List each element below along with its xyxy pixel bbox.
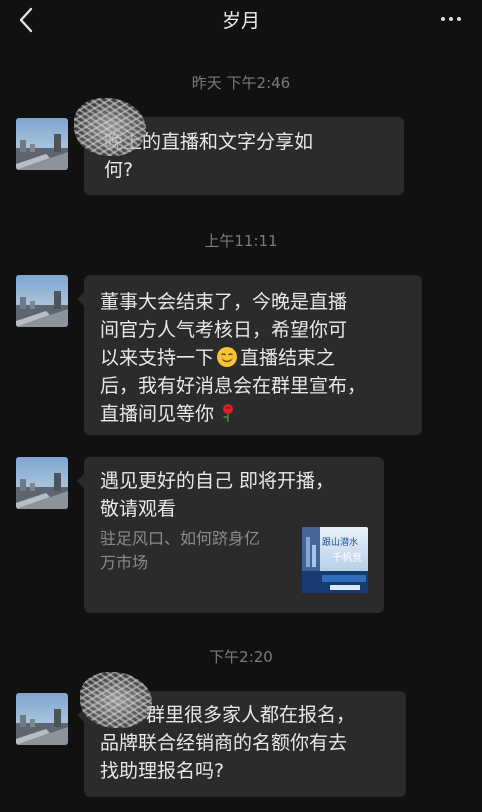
timestamp: 下午2:20 (209, 648, 273, 666)
chat-header: 岁月 (0, 0, 482, 40)
city-skyline-photo (16, 693, 68, 745)
more-dots-icon (441, 17, 461, 21)
city-skyline-photo (16, 275, 68, 327)
timestamp: 昨天 下午2:46 (191, 74, 291, 92)
message-bubble[interactable]: 董事大会结束了，今晚是直播 间官方人气考核日，希望你可 以来支持一下 直播结束之 … (77, 275, 422, 435)
timestamp: 上午11:11 (204, 232, 278, 250)
avatar[interactable] (16, 457, 68, 509)
redaction-scribble (74, 98, 146, 156)
city-skyline-photo (16, 457, 68, 509)
thumb-text: 跟山潜水 (322, 538, 359, 548)
redaction-scribble (80, 672, 152, 728)
smiling-face-icon (216, 346, 238, 368)
card-description: 驻足风口、如何跻身亿 万市场 (100, 529, 261, 572)
avatar[interactable] (16, 693, 68, 745)
city-skyline-photo (16, 118, 68, 170)
avatar[interactable] (16, 118, 68, 170)
card-thumbnail: 跟山潜水 千帆竞 (302, 527, 368, 593)
card-title: 遇见更好的自己 即将开播， 敬请观看 (100, 470, 335, 520)
more-button[interactable] (434, 6, 468, 32)
thumb-text: 千帆竞 (332, 553, 362, 564)
message-text: 董事大会结束了，今晚是直播 间官方人气考核日，希望你可 以来支持一下 直播结束之 … (100, 291, 367, 425)
link-card[interactable]: 遇见更好的自己 即将开播， 敬请观看 驻足风口、如何跻身亿 万市场 跟山潜水 千… (77, 457, 384, 613)
avatar[interactable] (16, 275, 68, 327)
chat-title: 岁月 (221, 10, 260, 32)
rose-icon (220, 403, 236, 423)
